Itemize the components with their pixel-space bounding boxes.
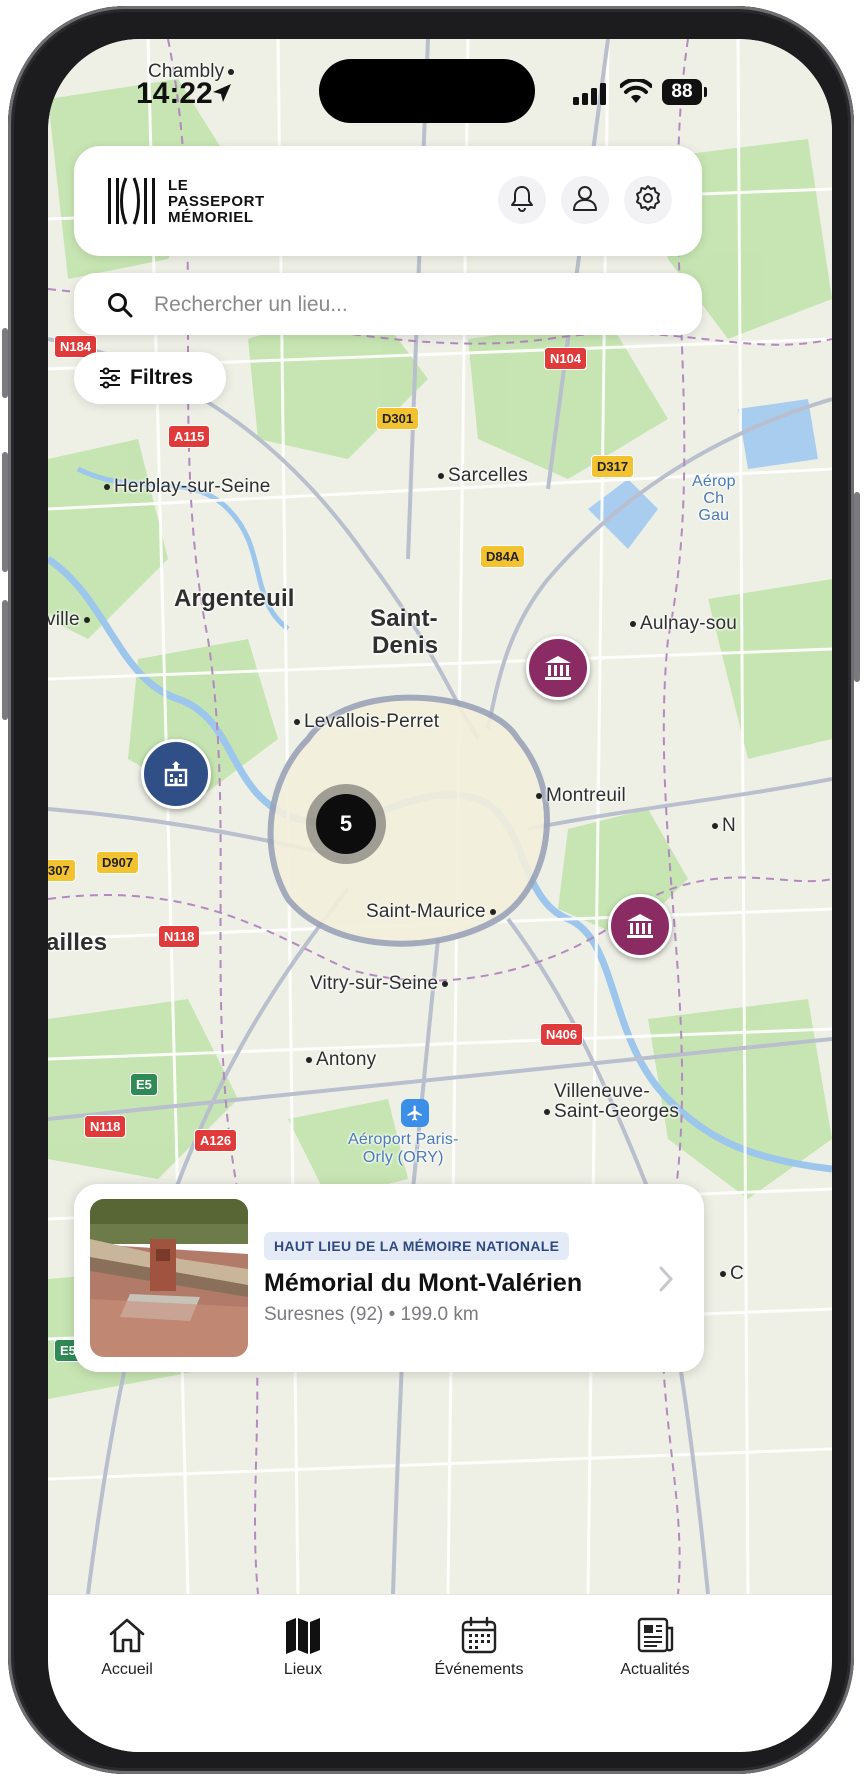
gear-icon [634,184,662,217]
map-label-cdg: Aérop Ch Gau [692,473,736,524]
map-label-aulnay: Aulnay-sou [630,613,737,635]
map-label-n: N [712,815,736,837]
map-marker-building[interactable] [141,739,211,809]
wifi-icon [619,77,653,110]
notifications-button[interactable] [498,176,546,224]
filters-button[interactable]: Filtres [74,352,226,404]
dynamic-island [319,59,535,123]
cluster-count: 5 [316,794,376,854]
map-label-c: C [720,1263,744,1285]
search-icon [106,291,134,324]
signal-icon [573,83,609,105]
map-marker-museum[interactable] [608,894,672,958]
battery-indicator: 88 [662,79,707,105]
road-shield: D84A [480,545,526,568]
place-category-badge: HAUT LIEU DE LA MÉMOIRE NATIONALE [264,1232,570,1260]
tab-lieux[interactable]: Lieux [228,1615,378,1679]
screen: Chambly Herblay-sur-Seine Sarcelles Arge… [48,39,832,1752]
road-shield: D317 [591,455,635,478]
sliders-icon [98,367,122,389]
map-label-saint-denis-2: Denis [372,632,439,659]
tab-evenements[interactable]: Événements [404,1615,554,1679]
phone-frame: Chambly Herblay-sur-Seine Sarcelles Arge… [2,6,860,1774]
map-label-versailles: ailles [48,929,108,956]
calendar-icon [404,1615,554,1655]
road-shield: D301 [376,407,420,430]
tab-accueil[interactable]: Accueil [52,1615,202,1679]
user-icon [571,184,599,217]
road-shield: E5 [130,1073,158,1096]
tab-label: Lieux [283,1661,323,1678]
tab-actualites[interactable]: Actualités [580,1615,730,1679]
road-shield: 307 [48,859,76,882]
map-label-ville: ville [48,609,94,631]
tab-bar: Accueil Lieux Événements Actualités [48,1594,832,1752]
profile-button[interactable] [561,176,609,224]
map-label-sarcelles: Sarcelles [438,465,528,487]
header-card: LE PASSEPORT MÉMORIEL [74,146,702,256]
map-label-antony: Antony [306,1049,376,1071]
map-label-villeneuve-2: Saint-Georges [544,1101,679,1123]
airport-icon [401,1099,429,1127]
road-shield: A115 [168,425,211,448]
road-shield: N118 [158,925,201,948]
app-logo[interactable]: LE PASSEPORT MÉMORIEL [106,176,266,228]
road-shield: A126 [194,1129,238,1152]
road-shield: N104 [544,347,588,370]
settings-button[interactable] [624,176,672,224]
side-button-volume-down [2,600,8,720]
museum-icon [543,654,573,682]
map-label-orly: Aéroport Paris- Orly (ORY) [348,1131,459,1166]
map-icon [228,1615,378,1655]
location-arrow-icon [210,81,234,110]
road-shield: D907 [96,851,140,874]
tab-label: Actualités [620,1661,690,1678]
logo-text: LE PASSEPORT MÉMORIEL [168,177,265,226]
news-icon [580,1615,730,1655]
tab-label: Accueil [101,1661,153,1678]
status-bar: 14:22 88 [48,39,832,149]
status-time: 14:22 [136,77,213,110]
home-icon [52,1615,202,1655]
map-label-levallois: Levallois-Perret [294,711,439,733]
bell-icon [509,184,535,217]
map-marker-museum[interactable] [526,636,590,700]
search-bar[interactable] [74,273,702,335]
logo-mark-icon [108,177,155,225]
map-label-saint-denis-1: Saint- [370,605,438,632]
filters-label: Filtres [130,366,194,389]
map-cluster[interactable]: 5 [306,784,386,864]
map-label-saint-maurice: Saint-Maurice [366,901,500,923]
museum-icon [625,912,655,940]
road-shield: N118 [84,1115,127,1138]
search-input[interactable] [152,283,676,327]
map-label-vitry: Vitry-sur-Seine [310,973,452,995]
map-label-argenteuil: Argenteuil [174,585,295,612]
road-shield: N406 [540,1023,584,1046]
place-subtitle: Suresnes (92) • 199.0 km [264,1304,479,1325]
place-title: Mémorial du Mont-Valérien [264,1269,583,1297]
place-card[interactable]: HAUT LIEU DE LA MÉMOIRE NATIONALE Mémori… [74,1184,704,1372]
chevron-right-icon [658,1265,674,1298]
tab-label: Événements [434,1661,524,1678]
side-button-power [854,492,860,682]
map-label-montreuil: Montreuil [536,785,626,807]
map-label-villeneuve-1: Villeneuve- [554,1081,650,1102]
place-thumbnail [90,1199,248,1357]
map-label-herblay: Herblay-sur-Seine [104,476,271,498]
building-icon [161,759,191,789]
side-button-action [2,328,8,398]
side-button-volume-up [2,452,8,572]
